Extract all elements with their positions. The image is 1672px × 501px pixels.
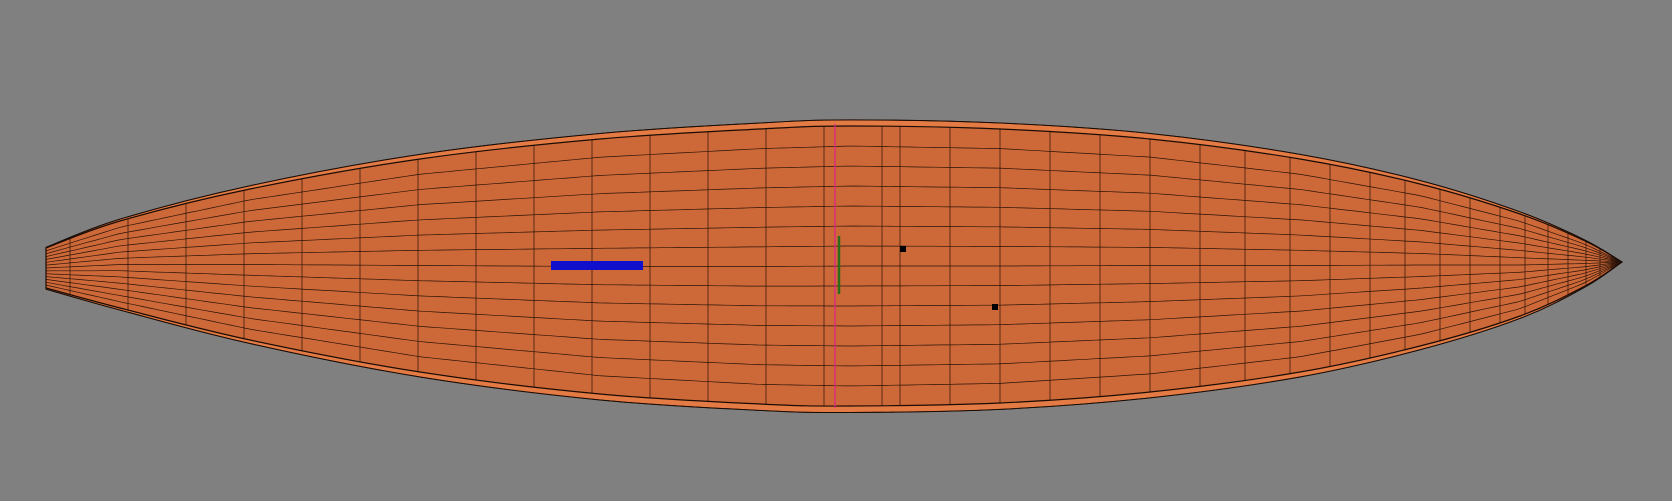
control-point[interactable] (992, 304, 998, 310)
3d-viewport[interactable] (0, 0, 1672, 501)
viewport-canvas[interactable] (0, 0, 1672, 501)
control-point[interactable] (900, 246, 906, 252)
fin-box-marker[interactable] (551, 261, 643, 270)
